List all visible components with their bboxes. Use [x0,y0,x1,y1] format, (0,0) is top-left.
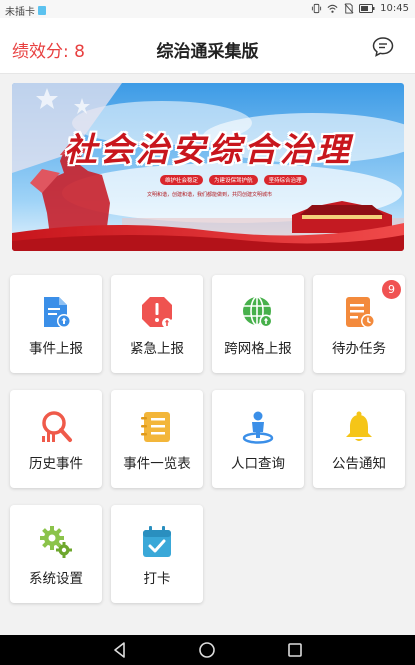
back-icon[interactable] [110,640,130,660]
system-nav-bar [0,635,415,665]
app-header: 绩效分: 8 综治通采集版 [0,18,415,74]
tile-event-history[interactable]: 历史事件 [10,390,102,488]
tile-cross-grid-report[interactable]: 跨网格上报 [212,275,304,373]
tile-label: 待办任务 [332,341,386,357]
recents-icon[interactable] [285,640,305,660]
tile-event-report[interactable]: 事件上报 [10,275,102,373]
tile-label: 跨网格上报 [224,341,292,357]
clock: 10:45 [380,3,409,14]
carrier-label: 未插卡 [5,7,35,18]
tile-event-list[interactable]: 事件一览表 [111,390,203,488]
tile-population-query[interactable]: 人口查询 [212,390,304,488]
tile-todo-tasks[interactable]: 待办任务 9 [313,275,405,373]
notification-badge: 9 [382,280,401,299]
tile-clock-in[interactable]: 打卡 [111,505,203,603]
chat-bubble-icon[interactable] [371,35,395,59]
status-left: 未插卡 [5,3,46,18]
tile-label: 系统设置 [29,571,83,587]
home-icon[interactable] [197,640,217,660]
tile-announcements[interactable]: 公告通知 [313,390,405,488]
banner-title: 社会治安综合治理 [64,130,352,169]
person-location-icon [242,411,274,444]
promo-banner[interactable]: 社会治安综合治理 维护社会稳定 为建设保驾护航 坚持综合治理 文明和谐，创建和谐… [12,83,404,251]
banner-tag: 为建设保驾护航 [209,175,258,185]
list-notebook-icon [141,412,170,442]
wifi-icon [327,4,338,13]
page-title: 综治通采集版 [156,42,259,62]
gears-icon [40,526,72,558]
task-clock-icon [346,297,375,328]
vibrate-icon [312,3,322,14]
tile-label: 人口查询 [231,456,285,472]
tile-label: 公告通知 [332,456,386,472]
tile-label: 事件上报 [29,341,83,357]
status-right: 10:45 [311,3,409,14]
tile-label: 紧急上报 [130,341,184,357]
globe-upload-icon [243,296,273,328]
search-chart-icon [42,411,72,442]
calendar-check-icon [143,526,171,557]
alert-octagon-icon [142,297,172,328]
tile-label: 事件一览表 [123,456,191,472]
bell-icon [346,411,372,441]
tile-label: 历史事件 [29,456,83,472]
battery-icon [359,4,375,13]
banner-subtitle: 文明和谐，创建和谐，我们都能做到，共同创建文明城市 [147,192,273,198]
no-sim-icon [344,3,354,14]
banner-tag: 维护社会稳定 [160,175,204,185]
banner-tags: 维护社会稳定 为建设保驾护航 坚持综合治理 [160,175,307,185]
tile-emergency-report[interactable]: 紧急上报 [111,275,203,373]
banner-tag: 坚持综合治理 [263,175,307,185]
sim-icon [38,6,46,15]
status-bar: 未插卡 10:45 [0,0,415,18]
tile-system-settings[interactable]: 系统设置 [10,505,102,603]
document-upload-icon [44,297,71,328]
tile-label: 打卡 [143,571,171,587]
